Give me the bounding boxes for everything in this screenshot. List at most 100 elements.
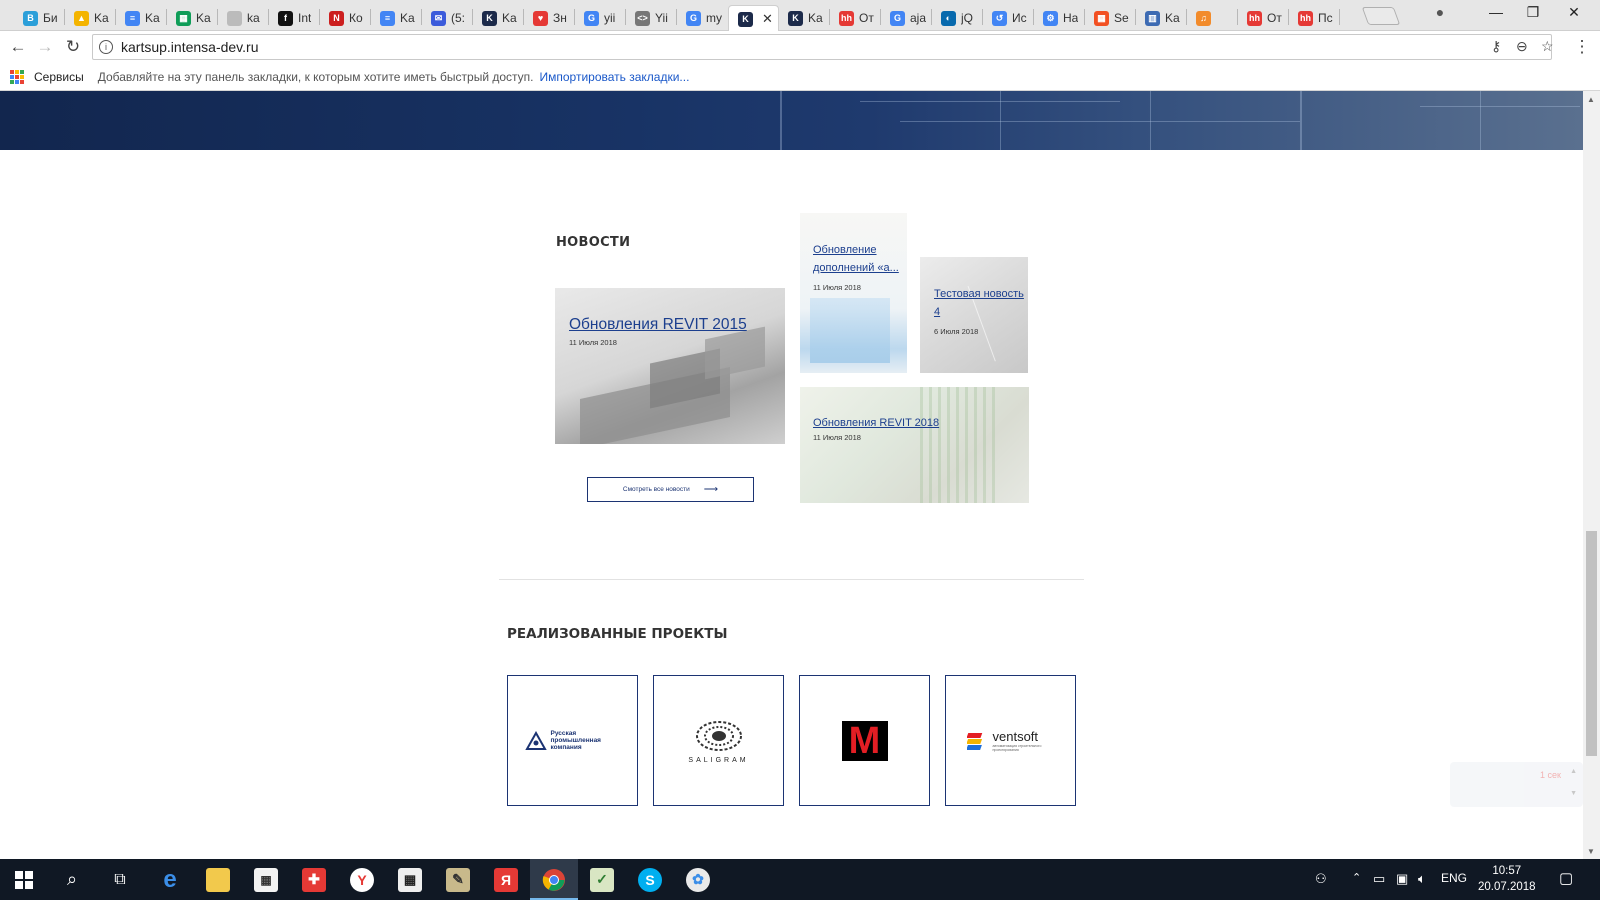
news-title-link[interactable]: Обновление дополнений «а...: [813, 241, 903, 277]
news-title-link[interactable]: Обновления REVIT 2015: [569, 316, 779, 334]
import-bookmarks-link[interactable]: Импортировать закладки...: [540, 70, 690, 84]
news-card-small-2[interactable]: Тестовая новость 4 6 Июля 2018: [920, 257, 1028, 373]
zoom-icon[interactable]: ⊖: [1516, 38, 1528, 55]
volume-icon[interactable]: 🔈︎: [1418, 871, 1426, 887]
battery-icon[interactable]: ▭: [1373, 871, 1385, 887]
browser-tab[interactable]: K Ka: [779, 5, 830, 31]
minimize-icon[interactable]: —: [1482, 4, 1510, 20]
taskbar-notepad[interactable]: ✎: [434, 859, 482, 900]
tab-title: yii: [604, 11, 616, 25]
restore-icon[interactable]: ❐: [1519, 4, 1547, 21]
new-tab-button[interactable]: [1361, 7, 1401, 25]
taskbar-clock[interactable]: 10:57 20.07.2018: [1478, 863, 1536, 895]
chevron-up-icon[interactable]: ⌃: [1352, 871, 1361, 884]
ventsoft-logo-icon: [966, 732, 982, 750]
floating-widget[interactable]: 1 сек ▲ ▼: [1450, 762, 1583, 807]
info-icon[interactable]: i: [99, 40, 113, 54]
browser-tab[interactable]: hh От: [830, 5, 881, 31]
browser-tab[interactable]: Gmy: [677, 5, 728, 31]
browser-tab[interactable]: Gyii: [575, 5, 626, 31]
scroll-down-icon[interactable]: ▼: [1587, 847, 1595, 856]
news-card-wide[interactable]: Обновления REVIT 2018 11 Июля 2018: [800, 387, 1029, 503]
browser-tab[interactable]: ♥ Зн: [524, 5, 575, 31]
browser-tab[interactable]: ▲ Ka: [65, 5, 116, 31]
browser-tab[interactable]: K Ka: [473, 5, 524, 31]
browser-tab[interactable]: ▦ Ka: [167, 5, 218, 31]
bookmarks-hint: Добавляйте на эту панель закладки, к кот…: [97, 69, 534, 84]
taskbar-store[interactable]: ▦: [242, 859, 290, 900]
yandex-browser-icon: Y: [350, 867, 374, 892]
news-title-link[interactable]: Тестовая новость 4: [934, 285, 1024, 321]
project-card-rpk[interactable]: Русская промышленная компания: [507, 675, 638, 806]
network-icon[interactable]: ▣: [1396, 871, 1408, 887]
taskbar-yandex-browser[interactable]: Y: [338, 859, 386, 900]
taskbar-chrome[interactable]: [530, 859, 578, 900]
scrollbar-thumb[interactable]: [1586, 531, 1597, 756]
profile-icon[interactable]: ●: [1426, 4, 1454, 20]
apps-icon[interactable]: [10, 69, 24, 84]
project-card-saligram[interactable]: SALIGRAM: [653, 675, 784, 806]
tab-favicon-icon: K: [738, 11, 753, 27]
browser-tab[interactable]: ≡ Ka: [371, 5, 422, 31]
start-button[interactable]: [0, 859, 48, 900]
taskbar-skype[interactable]: S: [626, 859, 674, 900]
browser-tab[interactable]: ⚙ На: [1034, 5, 1085, 31]
tab-title: Ka: [808, 11, 823, 25]
widget-up-icon[interactable]: ▲: [1570, 768, 1577, 775]
scroll-up-icon[interactable]: ▲: [1587, 95, 1595, 104]
calculator-icon: ▦: [398, 867, 422, 892]
browser-tab[interactable]: B Би: [14, 5, 65, 31]
back-button[interactable]: ←: [7, 37, 29, 57]
browser-tab[interactable]: hh Пс: [1289, 5, 1340, 31]
people-icon[interactable]: ⚇: [1315, 871, 1327, 887]
page-scrollbar[interactable]: ▲ ▼: [1583, 91, 1600, 859]
browser-tab[interactable]: ♫: [1187, 5, 1238, 31]
browser-tab[interactable]: ◐ jQ: [932, 5, 983, 31]
browser-tab[interactable]: ▥ Ka: [1136, 5, 1187, 31]
taskbar-edge[interactable]: e: [146, 859, 194, 900]
browser-tab[interactable]: ↺ Ис: [983, 5, 1034, 31]
project-logo: ventsoft автоматизация строительного про…: [966, 729, 1055, 752]
task-view[interactable]: ⧉: [96, 859, 144, 900]
news-card-large[interactable]: Обновления REVIT 2015 11 Июля 2018: [555, 288, 785, 444]
close-window-icon[interactable]: ✕: [1560, 4, 1588, 21]
notifications-icon[interactable]: ▢: [1559, 869, 1573, 887]
tab-favicon-icon: K: [788, 10, 803, 26]
url-text[interactable]: kartsup.intensa-dev.ru: [121, 39, 258, 55]
browser-tab[interactable]: ≡ Ka: [116, 5, 167, 31]
news-title-link[interactable]: Обновления REVIT 2018: [813, 417, 1023, 429]
taskbar-search[interactable]: ⌕: [48, 859, 96, 900]
widget-down-icon[interactable]: ▼: [1570, 790, 1577, 797]
taskbar-sheet[interactable]: ✓: [578, 859, 626, 900]
browser-tab[interactable]: Gaja: [881, 5, 932, 31]
browser-tab[interactable]: N Ко: [320, 5, 371, 31]
all-news-button[interactable]: Смотреть все новости ⟶: [587, 477, 754, 502]
browser-tab[interactable]: ka: [218, 5, 269, 31]
bookmark-star-icon[interactable]: ☆: [1541, 38, 1554, 55]
address-bar[interactable]: i kartsup.intensa-dev.ru ⚷ ⊖ ☆: [92, 34, 1554, 60]
browser-tab[interactable]: f Int: [269, 5, 320, 31]
saligram-logo-icon: [695, 720, 742, 751]
browser-tab[interactable]: K ✕: [728, 5, 779, 32]
menu-icon[interactable]: ⋮: [1571, 37, 1593, 57]
browser-tab[interactable]: hh От: [1238, 5, 1289, 31]
key-icon[interactable]: ⚷: [1491, 38, 1501, 55]
apps-label[interactable]: Сервисы: [34, 70, 84, 84]
tab-close-icon[interactable]: ✕: [762, 11, 773, 27]
browser-tab[interactable]: ▦ Se: [1085, 5, 1136, 31]
taskbar-calculator[interactable]: ▦: [386, 859, 434, 900]
skype-icon: S: [638, 867, 662, 892]
project-card-ventsoft[interactable]: ventsoft автоматизация строительного про…: [945, 675, 1076, 806]
news-card-small-1[interactable]: Обновление дополнений «а... 11 Июля 2018: [800, 213, 907, 373]
language-indicator[interactable]: ENG: [1441, 871, 1467, 885]
browser-tab[interactable]: ✉ (5:: [422, 5, 473, 31]
taskbar-paint[interactable]: ✿: [674, 859, 722, 900]
tab-favicon-icon: K: [482, 10, 497, 26]
forward-button[interactable]: →: [34, 37, 56, 57]
browser-tab[interactable]: <> Yii: [626, 5, 677, 31]
taskbar-gift[interactable]: ✚: [290, 859, 338, 900]
taskbar-explorer[interactable]: [194, 859, 242, 900]
reload-button[interactable]: ↻: [62, 37, 84, 57]
taskbar-yandex[interactable]: Я: [482, 859, 530, 900]
project-card-m[interactable]: M: [799, 675, 930, 806]
